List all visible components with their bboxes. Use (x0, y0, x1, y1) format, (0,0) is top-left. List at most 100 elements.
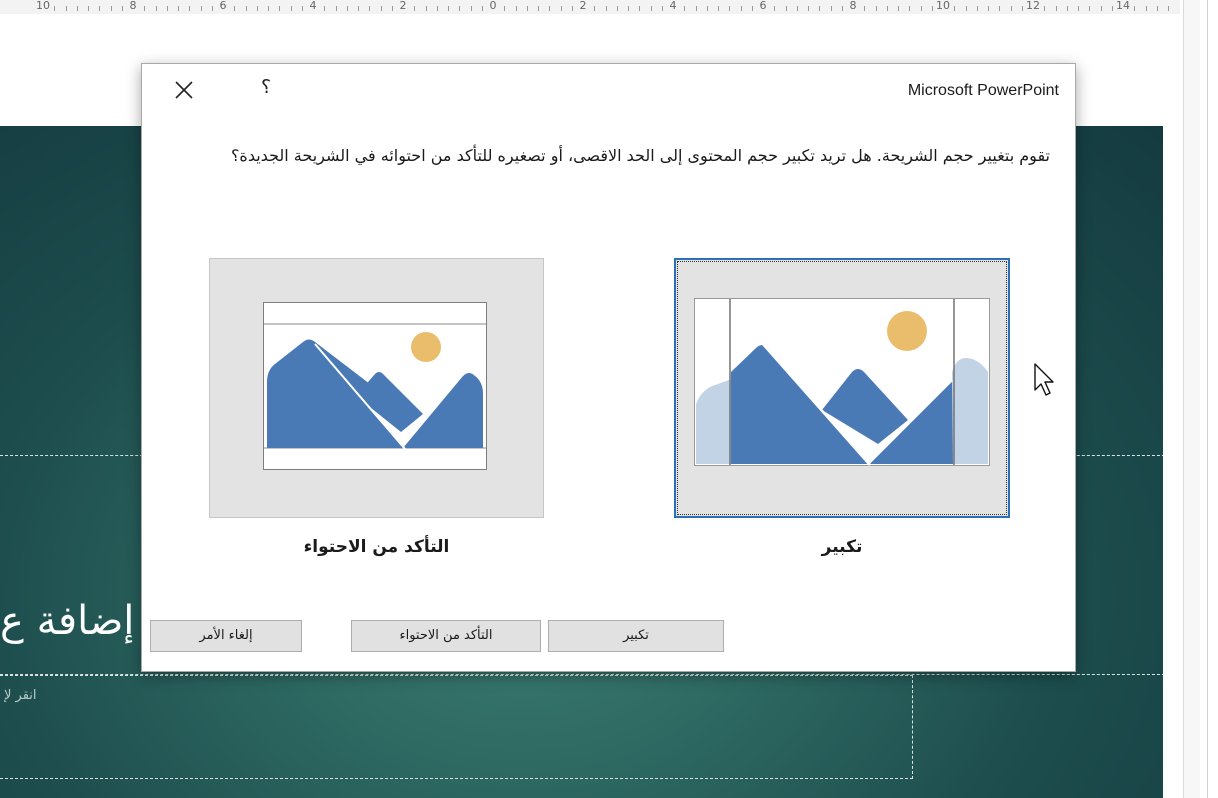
ruler-tick (1156, 6, 1158, 11)
maximize-picture-icon (694, 298, 990, 466)
ruler-tick (121, 6, 123, 11)
ruler-tick (560, 6, 562, 11)
ruler-tick (954, 6, 956, 11)
ruler-tick (515, 6, 517, 11)
ruler-tick (335, 6, 337, 11)
ruler-tick (1010, 6, 1012, 11)
ruler-tick (1078, 6, 1079, 11)
cancel-button[interactable]: إلغاء الأمر (150, 620, 302, 652)
ruler-tick (414, 6, 416, 11)
ruler-tick (346, 6, 348, 11)
ruler-tick (324, 6, 326, 11)
ruler-tick (571, 6, 573, 11)
ruler-tick (1168, 6, 1169, 11)
ensure-fit-label: التأكد من الاحتواء (303, 537, 450, 557)
ruler-tick (616, 6, 618, 11)
ruler-tick (628, 6, 629, 11)
ruler-tick (774, 6, 776, 11)
ruler-tick (459, 6, 461, 11)
ruler-tick (830, 6, 832, 11)
ruler-tick (166, 6, 168, 11)
ruler-tick (425, 6, 427, 11)
ruler-label: 6 (759, 0, 767, 12)
ruler-tick (245, 6, 247, 11)
ruler-tick (1111, 6, 1113, 11)
ruler-tick (729, 6, 731, 11)
ruler-tick (1021, 6, 1023, 11)
vertical-scrollbar[interactable] (1183, 0, 1200, 798)
ruler-label: 10 (936, 0, 950, 12)
ruler-tick (898, 6, 899, 11)
ruler-tick (369, 6, 371, 11)
ruler-tick (256, 6, 258, 11)
ruler-tick (886, 6, 888, 11)
ruler-tick (448, 6, 449, 11)
ruler-tick (358, 6, 359, 11)
ruler-tick (110, 6, 112, 11)
subtitle-placeholder[interactable] (0, 675, 913, 779)
ruler-tick (785, 6, 787, 11)
close-icon (175, 81, 193, 99)
ruler-label: 8 (129, 0, 137, 12)
ruler-tick (290, 6, 292, 11)
ruler-tick (740, 6, 742, 11)
ruler-tick (841, 6, 843, 11)
ruler-tick (999, 6, 1001, 11)
ruler-tick (1055, 6, 1057, 11)
slide-subtitle-text[interactable]: انقر لإ (4, 688, 37, 703)
ruler-tick (54, 6, 56, 11)
mouse-pointer-icon (1034, 363, 1054, 396)
ruler-label: 4 (669, 0, 677, 12)
ruler-tick (706, 6, 708, 11)
ruler-label: 2 (399, 0, 407, 12)
horizontal-ruler: 1086420246810121416 (0, 0, 1180, 14)
ruler-tick (178, 6, 179, 11)
ruler-label: 2 (579, 0, 587, 12)
ruler-tick (808, 6, 809, 11)
ruler-tick (594, 6, 596, 11)
ruler-tick (695, 6, 697, 11)
close-button[interactable] (172, 78, 196, 102)
ruler-tick (1066, 6, 1068, 11)
ruler-label: 14 (1116, 0, 1130, 12)
ruler-tick (875, 6, 877, 11)
ruler-tick (639, 6, 641, 11)
ruler-tick (211, 6, 213, 11)
ruler-tick (909, 6, 911, 11)
help-button[interactable]: ؟ (256, 76, 276, 102)
maximize-label: تكبير (821, 537, 863, 557)
ruler-tick (88, 6, 89, 11)
ensure-fit-button[interactable]: التأكد من الاحتواء (351, 620, 541, 652)
ruler-tick (931, 6, 933, 11)
ruler-tick (189, 6, 191, 11)
ensure-fit-picture-icon (263, 302, 487, 470)
ruler-label: 6 (219, 0, 227, 12)
panel-divider (1207, 0, 1208, 798)
maximize-option[interactable] (674, 258, 1010, 518)
ruler-tick (76, 6, 78, 11)
ruler-tick (1145, 6, 1147, 11)
slide-title-text[interactable]: إضافة ع (0, 598, 134, 644)
ruler-tick (538, 6, 539, 11)
ruler-tick (301, 6, 303, 11)
ruler-tick (549, 6, 551, 11)
dialog-title: Microsoft PowerPoint (907, 82, 1059, 99)
dialog-message: تقوم بتغيير حجم الشريحة. هل تريد تكبير ح… (230, 146, 1050, 165)
ruler-tick (605, 6, 607, 11)
ruler-tick (526, 6, 528, 11)
ruler-tick (1100, 6, 1102, 11)
ruler-tick (1089, 6, 1091, 11)
ensure-fit-option[interactable] (209, 258, 544, 518)
ruler-tick (391, 6, 393, 11)
maximize-button[interactable]: تكبير (548, 620, 724, 652)
ruler-tick (718, 6, 719, 11)
ruler-tick (920, 6, 922, 11)
ruler-tick (819, 6, 821, 11)
ruler-tick (976, 6, 978, 11)
ruler-tick (661, 6, 663, 11)
ruler-tick (436, 6, 438, 11)
ruler-tick (1044, 6, 1046, 11)
ruler-tick (751, 6, 753, 11)
ruler-tick (965, 6, 967, 11)
ruler-label: 10 (36, 0, 50, 12)
